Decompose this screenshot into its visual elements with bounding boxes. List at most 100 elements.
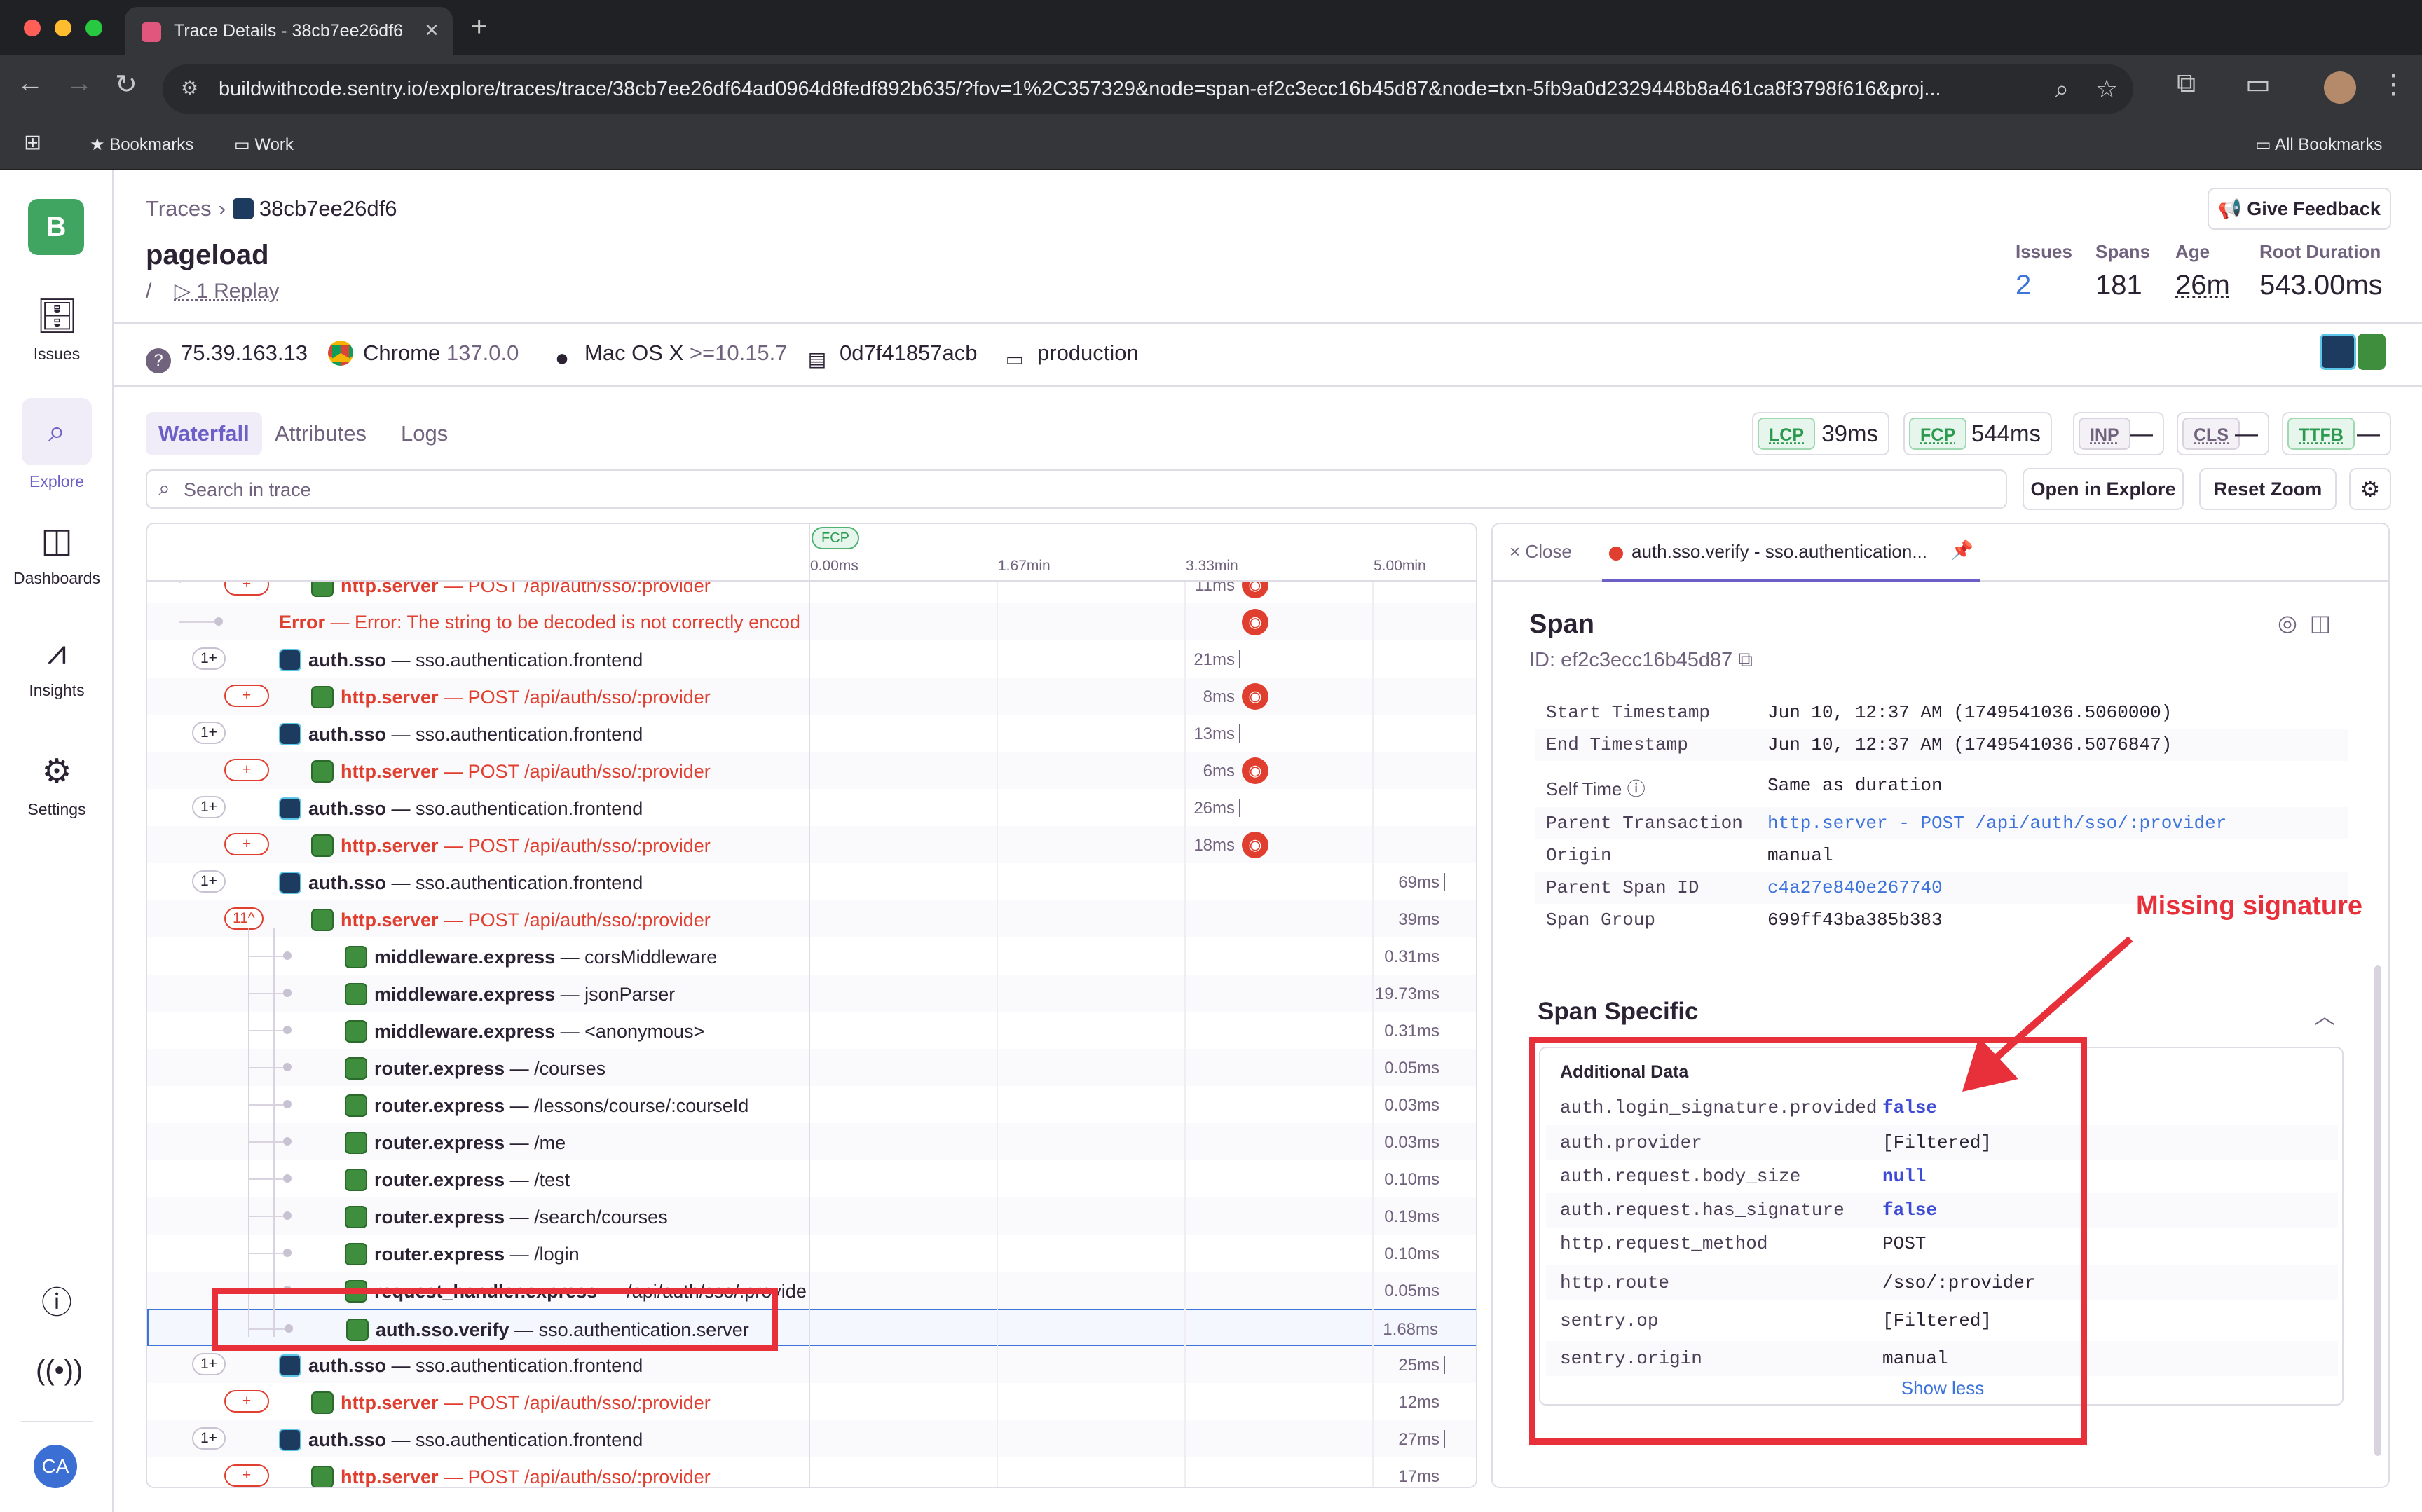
vital-inp[interactable]: INP — xyxy=(2073,412,2164,455)
reload-icon[interactable]: ↻ xyxy=(115,69,137,100)
copy-icon[interactable]: ⧉ xyxy=(1738,649,1753,671)
waterfall-divider[interactable] xyxy=(809,524,810,1487)
expand-toggle[interactable]: + xyxy=(224,1464,269,1487)
waterfall-row[interactable]: + http.server — POST /api/auth/sso/:provi… xyxy=(147,752,1476,789)
waterfall-row[interactable]: router.express — /courses 0.05ms xyxy=(147,1049,1476,1086)
site-settings-icon[interactable]: ⚙ xyxy=(181,76,205,100)
extensions-icon[interactable]: ⧉ xyxy=(2177,69,2196,99)
waterfall-row[interactable]: middleware.express — corsMiddleware 0.31m… xyxy=(147,937,1476,975)
span-bar[interactable] xyxy=(1444,1356,1445,1374)
sidebar-item-issues[interactable]: 🗄 Issues xyxy=(0,296,114,364)
back-arrow-icon[interactable]: ← xyxy=(17,69,43,99)
sidebar-item-insights[interactable]: ⩘ Insights xyxy=(0,632,114,700)
expand-toggle[interactable]: + xyxy=(224,582,269,596)
browser-tab[interactable]: Trace Details - 38cb7ee26df6 × xyxy=(125,7,453,55)
window-close-button[interactable] xyxy=(24,20,41,36)
span-bar[interactable] xyxy=(1239,724,1240,743)
collapse-toggle[interactable]: 11^ xyxy=(224,907,264,930)
error-icon[interactable]: ◉ xyxy=(1242,683,1268,710)
sidebar-item-settings[interactable]: ⚙ Settings xyxy=(0,751,114,819)
span-bar[interactable] xyxy=(1239,650,1240,668)
waterfall-row[interactable]: router.express — /login 0.10ms xyxy=(147,1235,1476,1272)
trace-search[interactable]: ⌕ xyxy=(146,469,2007,509)
vital-fcp[interactable]: FCP 544ms xyxy=(1903,412,2052,455)
span-bar[interactable] xyxy=(1444,873,1445,891)
target-icon[interactable]: ◎ xyxy=(2278,610,2297,635)
waterfall-row[interactable]: + http.server — POST /api/auth/sso/:provi… xyxy=(147,678,1476,715)
panel-layout-icon[interactable]: ◫ xyxy=(2310,610,2331,635)
expand-toggle[interactable]: 1+ xyxy=(192,1427,226,1450)
fcp-marker[interactable]: FCP xyxy=(812,527,859,549)
meta-release[interactable]: ▤ 0d7f41857acb xyxy=(805,341,978,372)
expand-toggle[interactable]: + xyxy=(224,685,269,707)
vital-cls[interactable]: CLS — xyxy=(2177,412,2269,455)
expand-toggle[interactable]: 1+ xyxy=(192,647,226,670)
apps-grid-icon[interactable]: ⊞ xyxy=(24,130,41,155)
waterfall-row[interactable]: + http.server — POST /api/auth/sso/:provi… xyxy=(147,582,1476,603)
window-minimize-button[interactable] xyxy=(55,20,71,36)
give-feedback-button[interactable]: 📢 Give Feedback xyxy=(2208,188,2391,230)
waterfall-row[interactable]: Error — Error: The string to be decoded … xyxy=(147,603,1476,640)
error-icon[interactable]: ◉ xyxy=(1242,757,1268,784)
address-url[interactable]: buildwithcode.sentry.io/explore/traces/t… xyxy=(219,78,2055,101)
breadcrumb-traces[interactable]: Traces xyxy=(146,196,212,221)
new-tab-icon[interactable]: + xyxy=(471,11,487,43)
span-bar[interactable] xyxy=(1444,1430,1445,1448)
help-button[interactable]: ⓘ xyxy=(0,1282,114,1324)
tab-attributes[interactable]: Attributes xyxy=(275,412,367,455)
bookmark-item-bookmarks[interactable]: ★ Bookmarks xyxy=(90,135,193,155)
expand-toggle[interactable]: 1+ xyxy=(192,1353,226,1375)
waterfall-row[interactable]: + http.server — POST /api/auth/sso/:provi… xyxy=(147,1457,1476,1487)
chevron-up-icon[interactable]: ︿ xyxy=(2314,999,2335,1030)
waterfall-row[interactable]: + http.server — POST /api/auth/sso/:provi… xyxy=(147,826,1476,863)
expand-toggle[interactable]: 1+ xyxy=(192,722,226,744)
broadcasts-button[interactable]: ((•)) xyxy=(0,1349,114,1391)
open-in-explore-button[interactable]: Open in Explore xyxy=(2023,468,2184,510)
expand-toggle[interactable]: + xyxy=(224,759,269,781)
settings-gear-button[interactable]: ⚙ xyxy=(2349,468,2391,510)
cast-icon[interactable]: ▭ xyxy=(2245,69,2271,100)
bookmark-item-work[interactable]: ▭ Work xyxy=(234,135,294,155)
error-icon[interactable]: ◉ xyxy=(1242,832,1268,858)
field-value[interactable]: c4a27e840e267740 xyxy=(1767,877,1943,898)
error-icon[interactable]: ◉ xyxy=(1242,582,1268,598)
waterfall-row[interactable]: 11^ http.server — POST /api/auth/sso/:pro… xyxy=(147,900,1476,937)
detail-tab-span[interactable]: auth.sso.verify - sso.authentication... … xyxy=(1602,524,1980,582)
window-maximize-button[interactable] xyxy=(85,20,102,36)
tab-waterfall[interactable]: Waterfall xyxy=(146,412,262,455)
waterfall-row[interactable]: router.express — /search/courses 0.19ms xyxy=(147,1197,1476,1235)
reset-zoom-button[interactable]: Reset Zoom xyxy=(2199,468,2337,510)
forward-arrow-icon[interactable]: → xyxy=(66,69,93,99)
search-input[interactable] xyxy=(184,476,1978,503)
org-avatar[interactable]: B xyxy=(28,199,84,255)
expand-toggle[interactable]: 1+ xyxy=(192,870,226,893)
waterfall-row[interactable]: router.express — /test 0.10ms xyxy=(147,1160,1476,1197)
detail-scrollbar[interactable] xyxy=(2374,965,2381,1456)
bookmark-star-icon[interactable]: ☆ xyxy=(2095,74,2118,104)
waterfall-row[interactable]: 1+ auth.sso — sso.authentication.frontend… xyxy=(147,715,1476,752)
zoom-icon[interactable]: ⌕ xyxy=(2055,74,2069,104)
waterfall-row[interactable]: + http.server — POST /api/auth/sso/:provi… xyxy=(147,1383,1476,1420)
replay-link[interactable]: ▷ 1 Replay xyxy=(175,280,280,303)
user-avatar[interactable]: CA xyxy=(34,1445,77,1488)
waterfall-row[interactable]: 1+ auth.sso — sso.authentication.frontend… xyxy=(147,640,1476,678)
sidebar-item-explore[interactable]: ⌕ Explore xyxy=(0,398,114,491)
waterfall-row[interactable]: router.express — /me 0.03ms xyxy=(147,1123,1476,1160)
error-icon[interactable]: ◉ xyxy=(1242,609,1268,635)
browser-menu-icon[interactable]: ⋮ xyxy=(2380,69,2407,100)
waterfall-row[interactable]: router.express — /lessons/course/:course… xyxy=(147,1086,1476,1123)
profile-avatar-icon[interactable] xyxy=(2324,71,2356,104)
expand-toggle[interactable]: + xyxy=(224,1390,269,1413)
vital-ttfb[interactable]: TTFB — xyxy=(2282,412,2391,455)
vital-lcp[interactable]: LCP 39ms xyxy=(1752,412,1889,455)
waterfall-row[interactable]: 1+ auth.sso — sso.authentication.frontend… xyxy=(147,789,1476,826)
waterfall-row[interactable]: 1+ auth.sso — sso.authentication.frontend… xyxy=(147,1420,1476,1457)
close-detail-button[interactable]: × Close xyxy=(1510,541,1572,563)
address-bar[interactable]: ⚙ buildwithcode.sentry.io/explore/traces… xyxy=(163,64,2133,114)
stat-value[interactable]: 2 xyxy=(2016,270,2072,301)
waterfall-row[interactable]: 1+ auth.sso — sso.authentication.frontend… xyxy=(147,1346,1476,1383)
tab-logs[interactable]: Logs xyxy=(401,412,448,455)
all-bookmarks-item[interactable]: ▭ All Bookmarks xyxy=(2255,135,2382,155)
pin-icon[interactable]: 📌 xyxy=(1951,539,1973,561)
field-value[interactable]: http.server - POST /api/auth/sso/:provid… xyxy=(1767,813,2226,834)
